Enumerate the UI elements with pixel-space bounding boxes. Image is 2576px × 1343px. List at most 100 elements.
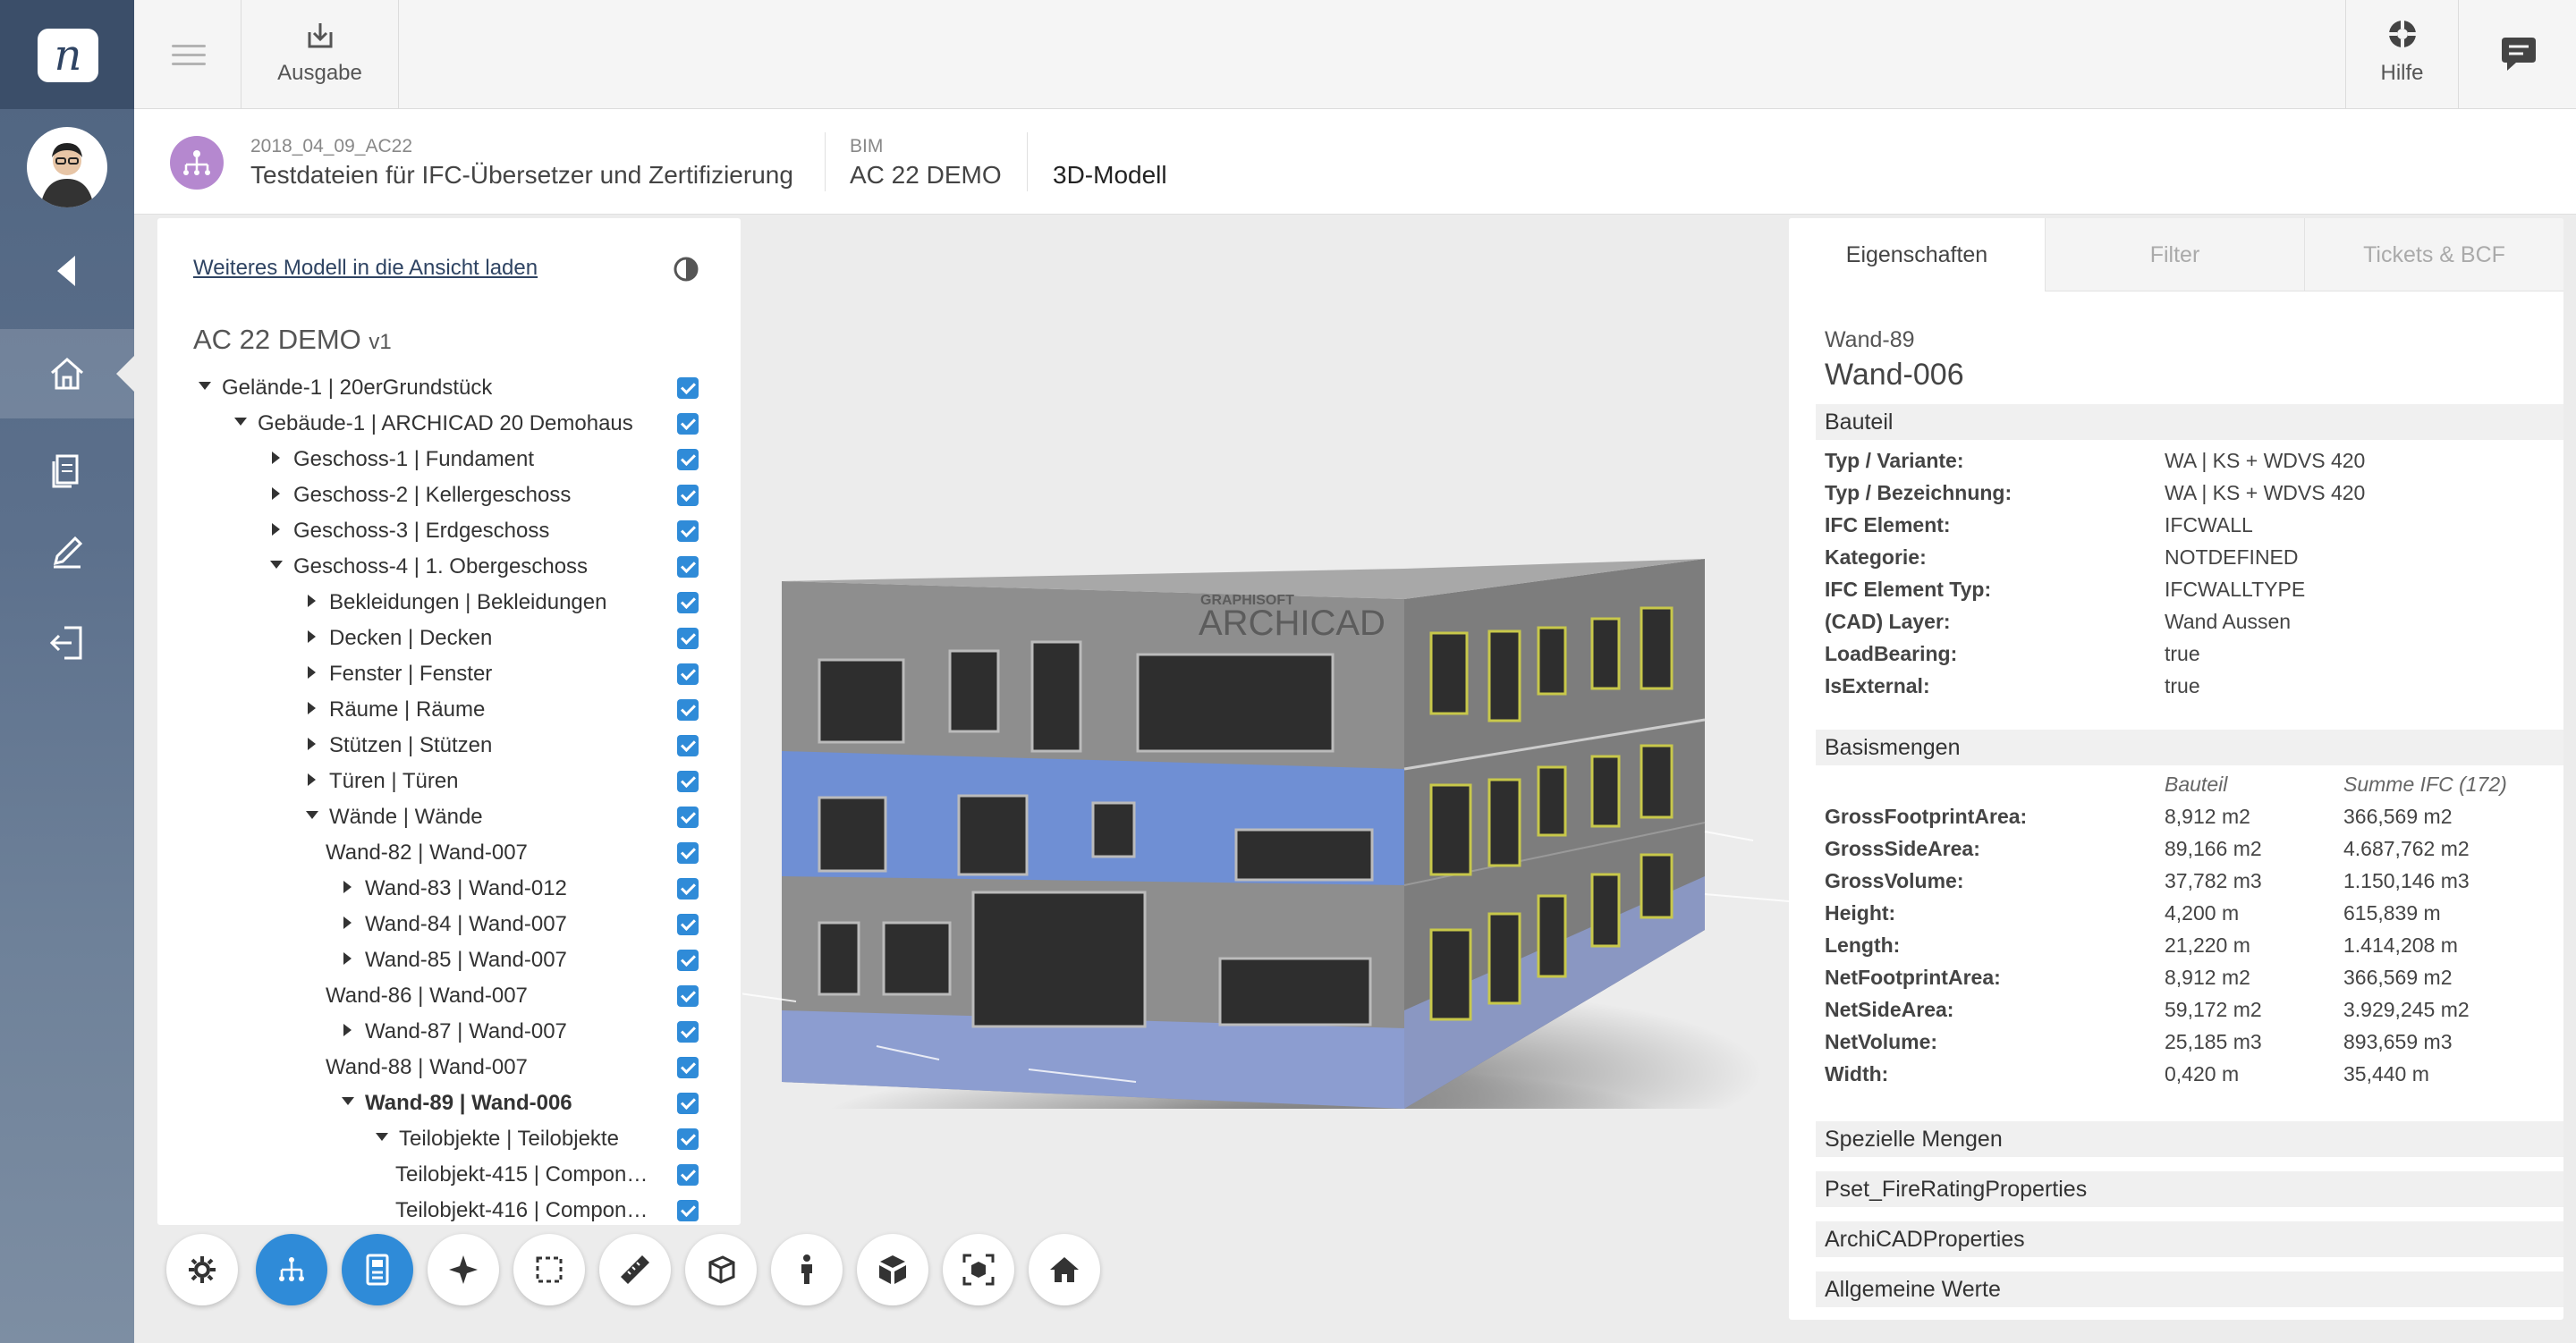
visibility-checkbox[interactable] xyxy=(677,699,699,721)
load-model-link[interactable]: Weiteres Modell in die Ansicht laden xyxy=(193,256,538,281)
explode-button[interactable] xyxy=(857,1234,928,1305)
properties-button[interactable] xyxy=(342,1234,413,1305)
building-3d-model[interactable]: GRAPHISOFT ARCHICAD xyxy=(742,215,1789,1109)
tree-row[interactable]: Wand-86 | Wand-007 xyxy=(157,978,741,1014)
caret-right-icon[interactable] xyxy=(308,666,316,679)
navigate-button[interactable] xyxy=(428,1234,499,1305)
visibility-checkbox[interactable] xyxy=(677,807,699,828)
caret-down-icon[interactable] xyxy=(199,382,211,390)
property-section[interactable]: ArchiCADProperties xyxy=(1816,1221,2563,1257)
visibility-checkbox[interactable] xyxy=(677,1200,699,1221)
visibility-checkbox[interactable] xyxy=(677,914,699,935)
visibility-checkbox[interactable] xyxy=(677,663,699,685)
caret-right-icon[interactable] xyxy=(272,523,280,536)
model-name-link[interactable]: AC 22 DEMO xyxy=(850,161,1002,190)
property-section[interactable]: Spezielle Mengen xyxy=(1816,1121,2563,1157)
caret-down-icon[interactable] xyxy=(376,1133,388,1141)
visibility-checkbox[interactable] xyxy=(677,950,699,971)
help-button[interactable]: Hilfe xyxy=(2345,0,2458,109)
section-bauteil[interactable]: Bauteil xyxy=(1816,404,2563,440)
logout-icon[interactable] xyxy=(45,621,89,665)
tree-row[interactable]: Wand-89 | Wand-006 xyxy=(157,1085,741,1121)
visibility-checkbox[interactable] xyxy=(677,556,699,578)
caret-right-icon[interactable] xyxy=(343,881,352,893)
visibility-checkbox[interactable] xyxy=(677,628,699,649)
tree-row[interactable]: Gebäude-1 | ARCHICAD 20 Demohaus xyxy=(157,406,741,442)
caret-right-icon[interactable] xyxy=(272,487,280,500)
visibility-checkbox[interactable] xyxy=(677,377,699,399)
caret-down-icon[interactable] xyxy=(342,1097,354,1105)
3d-viewport[interactable]: GRAPHISOFT ARCHICAD xyxy=(742,215,1789,1343)
tree-row[interactable]: Türen | Türen xyxy=(157,764,741,799)
section-box-button[interactable] xyxy=(685,1234,757,1305)
caret-down-icon[interactable] xyxy=(234,418,247,426)
tree-row[interactable]: Wand-88 | Wand-007 xyxy=(157,1050,741,1085)
app-logo[interactable]: n xyxy=(38,29,98,82)
selection-box-button[interactable] xyxy=(513,1234,585,1305)
tree-row[interactable]: Fenster | Fenster xyxy=(157,656,741,692)
tree-row[interactable]: Wand-87 | Wand-007 xyxy=(157,1014,741,1050)
chat-button[interactable] xyxy=(2458,0,2576,109)
caret-right-icon[interactable] xyxy=(343,1024,352,1036)
model-tree-button[interactable] xyxy=(256,1234,327,1305)
caret-right-icon[interactable] xyxy=(308,595,316,607)
tree-row[interactable]: Geschoss-3 | Erdgeschoss xyxy=(157,513,741,549)
focus-button[interactable] xyxy=(943,1234,1014,1305)
caret-right-icon[interactable] xyxy=(343,952,352,965)
caret-right-icon[interactable] xyxy=(308,702,316,714)
caret-right-icon[interactable] xyxy=(343,916,352,929)
visibility-checkbox[interactable] xyxy=(677,1057,699,1078)
tree-row[interactable]: Stützen | Stützen xyxy=(157,728,741,764)
tree-row[interactable]: Bekleidungen | Bekleidungen xyxy=(157,585,741,621)
visibility-checkbox[interactable] xyxy=(677,1093,699,1114)
documents-icon[interactable] xyxy=(45,447,89,492)
visibility-checkbox[interactable] xyxy=(677,878,699,900)
measure-button[interactable] xyxy=(599,1234,671,1305)
visibility-checkbox[interactable] xyxy=(677,735,699,756)
tree-row[interactable]: Geschoss-1 | Fundament xyxy=(157,442,741,477)
tree-row[interactable]: Wand-85 | Wand-007 xyxy=(157,942,741,978)
tree-row[interactable]: Wände | Wände xyxy=(157,799,741,835)
caret-right-icon[interactable] xyxy=(308,773,316,786)
tree-row[interactable]: Decken | Decken xyxy=(157,621,741,656)
tab-filter[interactable]: Filter xyxy=(2045,218,2304,291)
property-section[interactable]: Pset_FireRatingProperties xyxy=(1816,1171,2563,1207)
back-arrow-icon[interactable] xyxy=(45,249,89,293)
tree-row[interactable]: Räume | Räume xyxy=(157,692,741,728)
visibility-checkbox[interactable] xyxy=(677,592,699,613)
visibility-checkbox[interactable] xyxy=(677,771,699,792)
tree-row[interactable]: Wand-82 | Wand-007 xyxy=(157,835,741,871)
tree-row[interactable]: Wand-84 | Wand-007 xyxy=(157,907,741,942)
tree-row[interactable]: Geschoss-4 | 1. Obergeschoss xyxy=(157,549,741,585)
tree-row[interactable]: Wand-83 | Wand-012 xyxy=(157,871,741,907)
visibility-checkbox[interactable] xyxy=(677,449,699,470)
visibility-checkbox[interactable] xyxy=(677,1128,699,1150)
home-view-button[interactable] xyxy=(1029,1234,1100,1305)
tree-row[interactable]: Teilobjekt-416 | Compon… xyxy=(157,1193,741,1225)
tab-eigenschaften[interactable]: Eigenschaften xyxy=(1789,218,2045,291)
tab-tickets-bcf[interactable]: Tickets & BCF xyxy=(2304,218,2563,291)
caret-down-icon[interactable] xyxy=(270,561,283,569)
user-avatar[interactable] xyxy=(27,127,107,207)
caret-right-icon[interactable] xyxy=(308,738,316,750)
visibility-checkbox[interactable] xyxy=(677,1164,699,1186)
visibility-checkbox[interactable] xyxy=(677,985,699,1007)
export-button[interactable]: Ausgabe xyxy=(242,0,399,109)
walk-button[interactable] xyxy=(771,1234,843,1305)
tree-row[interactable]: Geschoss-2 | Kellergeschoss xyxy=(157,477,741,513)
caret-right-icon[interactable] xyxy=(272,452,280,464)
caret-right-icon[interactable] xyxy=(308,630,316,643)
caret-down-icon[interactable] xyxy=(306,811,318,819)
property-section[interactable]: Allgemeine Werte xyxy=(1816,1271,2563,1307)
tree-row[interactable]: Teilobjekt-415 | Compon… xyxy=(157,1157,741,1193)
project-name-link[interactable]: Testdateien für IFC-Übersetzer und Zerti… xyxy=(250,161,793,190)
visibility-checkbox[interactable] xyxy=(677,520,699,542)
visibility-checkbox[interactable] xyxy=(677,485,699,506)
visibility-checkbox[interactable] xyxy=(677,1021,699,1043)
tree-row[interactable]: Gelände-1 | 20erGrundstück xyxy=(157,370,741,406)
contrast-toggle-icon[interactable] xyxy=(673,256,699,283)
tree-row[interactable]: Teilobjekte | Teilobjekte xyxy=(157,1121,741,1157)
visibility-checkbox[interactable] xyxy=(677,842,699,864)
visibility-checkbox[interactable] xyxy=(677,413,699,435)
nav-home[interactable] xyxy=(0,329,134,418)
